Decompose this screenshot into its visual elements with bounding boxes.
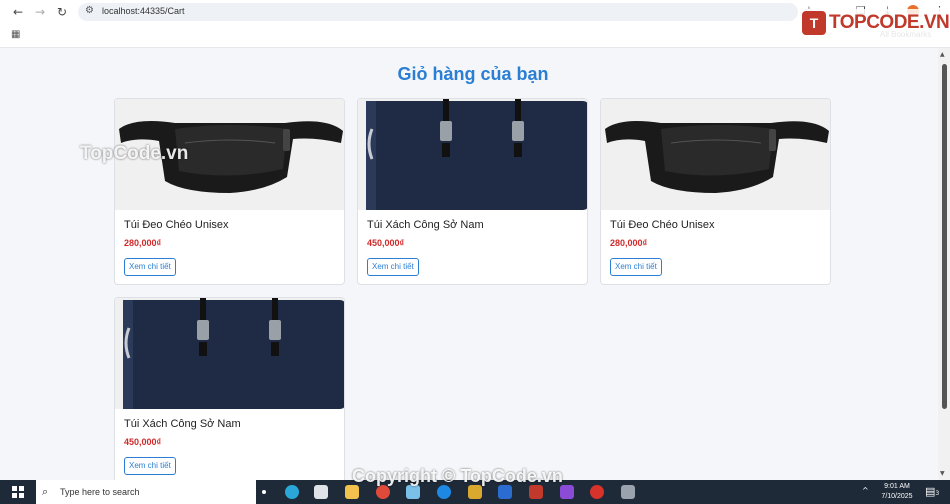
product-card: Túi Đeo Chéo Unisex 280,000₫ Xem chi tiế… (114, 98, 345, 285)
topcode-logo-text: TOPCODE.VN (829, 12, 950, 33)
product-name: Túi Đeo Chéo Unisex (610, 219, 715, 231)
notification-icon[interactable]: ▤3 (925, 485, 939, 498)
product-price: 280,000₫ (610, 238, 648, 248)
watermark-footer: Copyright © TopCode.vn (352, 466, 563, 486)
forward-icon[interactable]: → (32, 4, 48, 20)
product-image-briefcase[interactable] (358, 99, 587, 210)
scrollbar-thumb[interactable] (942, 64, 947, 409)
reload-icon[interactable]: ↻ (54, 4, 70, 20)
url-text: localhost:44335/Cart (102, 6, 185, 16)
product-card: Túi Xách Công Sở Nam 450,000₫ Xem chi ti… (357, 98, 588, 285)
site-info-icon[interactable]: ⚙ (85, 5, 94, 16)
product-name: Túi Xách Công Sở Nam (367, 219, 484, 231)
taskbar-clock[interactable]: 9:01 AM 7/10/2025 (872, 482, 922, 502)
word-icon[interactable] (498, 485, 512, 499)
chrome-icon[interactable] (376, 485, 390, 499)
apps-grid-icon[interactable]: ▦ (11, 29, 20, 40)
address-bar[interactable]: ⚙ localhost:44335/Cart (78, 3, 798, 21)
notification-count: 3 (935, 490, 940, 497)
product-name: Túi Xách Công Sở Nam (124, 418, 241, 430)
product-image-briefcase[interactable] (115, 298, 344, 409)
view-detail-button[interactable]: Xem chi tiết (367, 258, 419, 276)
recorder-icon[interactable] (590, 485, 604, 499)
store-icon[interactable] (314, 485, 328, 499)
view-detail-button[interactable]: Xem chi tiết (124, 457, 176, 475)
clock-time: 9:01 AM (884, 483, 910, 490)
product-image-waist-bag[interactable] (601, 99, 830, 210)
product-card: Túi Xách Công Sở Nam 450,000₫ Xem chi ti… (114, 297, 345, 480)
back-icon[interactable]: ← (10, 4, 26, 20)
page-scrollbar[interactable]: ▲ ▼ (938, 48, 950, 480)
scroll-up-icon[interactable]: ▲ (940, 51, 945, 58)
windows-start-icon[interactable] (12, 486, 24, 498)
product-price: 450,000₫ (124, 437, 162, 447)
app-icon-gray[interactable] (621, 485, 635, 499)
page-title: Giỏ hàng của bạn (397, 64, 549, 84)
product-card: Túi Đeo Chéo Unisex 280,000₫ Xem chi tiế… (600, 98, 831, 285)
product-price: 280,000₫ (124, 238, 162, 248)
topcode-logo: T TOPCODE.VN (802, 9, 950, 37)
taskbar-search[interactable]: ⌕ Type here to search (36, 480, 256, 504)
app-icon-yellow[interactable] (468, 485, 482, 499)
cart-page: Giỏ hàng của bạn Túi Đeo Chéo Unisex 280… (0, 48, 938, 480)
product-price: 450,000₫ (367, 238, 405, 248)
tray-chevron-icon[interactable]: ^ (862, 486, 869, 495)
topcode-logo-mark: T (802, 11, 826, 35)
photos-icon[interactable] (406, 485, 420, 499)
app-icon-blue[interactable] (437, 485, 451, 499)
watermark-side: TopCode.vn (80, 143, 189, 164)
edge-icon[interactable] (285, 485, 299, 499)
clock-date: 7/10/2025 (881, 493, 913, 500)
app-icon-red[interactable] (529, 485, 543, 499)
task-view-icon[interactable] (262, 490, 266, 494)
view-detail-button[interactable]: Xem chi tiết (124, 258, 176, 276)
file-explorer-icon[interactable] (345, 485, 359, 499)
scroll-down-icon[interactable]: ▼ (940, 470, 945, 477)
search-icon: ⌕ (42, 485, 49, 498)
product-name: Túi Đeo Chéo Unisex (124, 219, 229, 231)
view-detail-button[interactable]: Xem chi tiết (610, 258, 662, 276)
visual-studio-icon[interactable] (560, 485, 574, 499)
search-placeholder: Type here to search (60, 487, 140, 497)
